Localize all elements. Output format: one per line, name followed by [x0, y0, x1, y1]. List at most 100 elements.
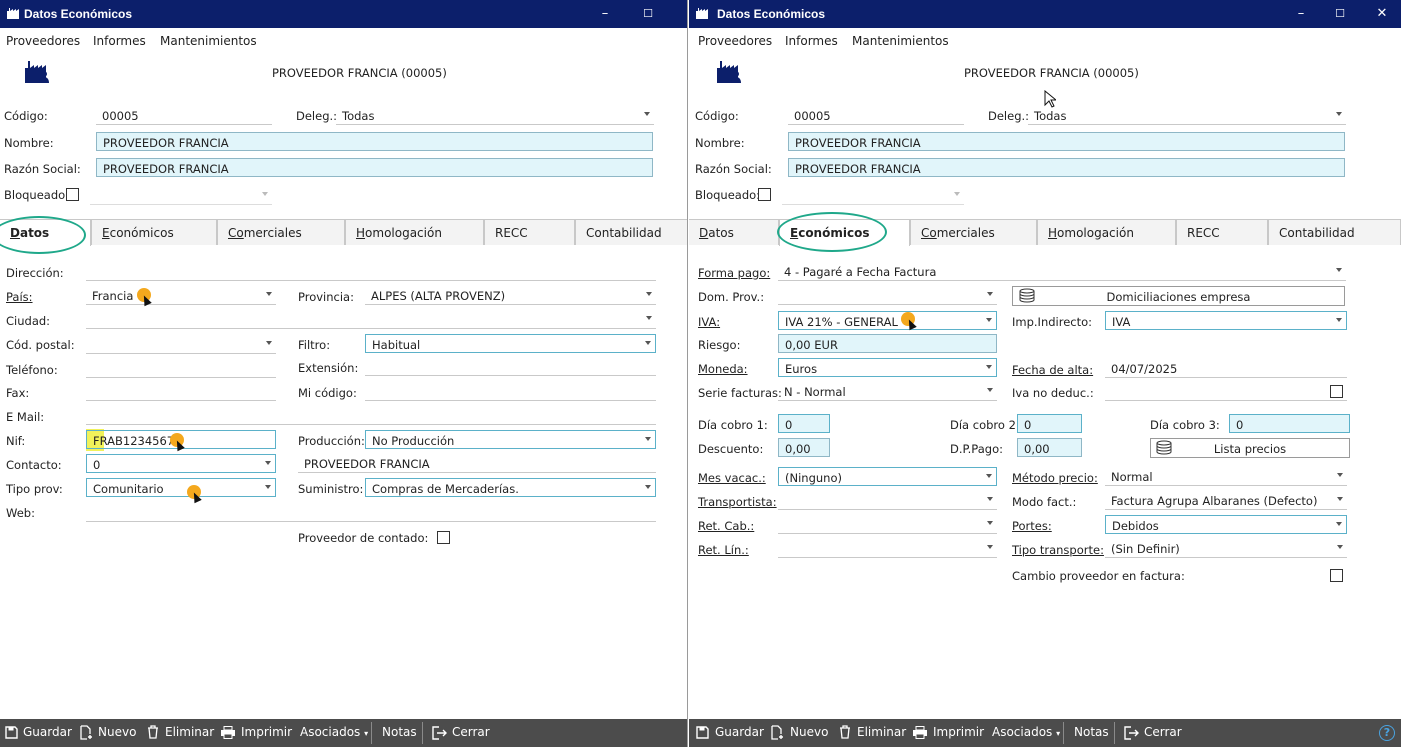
- fax-field[interactable]: [86, 382, 276, 401]
- listaprecios-button[interactable]: Lista precios: [1150, 438, 1350, 458]
- tab-homologacion[interactable]: Homologación: [1037, 219, 1176, 245]
- imprimir-button[interactable]: Imprimir: [933, 725, 984, 739]
- formapago-label[interactable]: Forma pago:: [698, 266, 770, 280]
- portes-select[interactable]: Debidos: [1105, 515, 1347, 534]
- transportista-select[interactable]: [778, 491, 997, 510]
- help-icon[interactable]: ?: [1379, 725, 1395, 741]
- tab-comerciales[interactable]: Comerciales: [910, 219, 1037, 245]
- iva-select[interactable]: IVA 21% - GENERAL: [778, 311, 997, 330]
- eliminar-button[interactable]: Eliminar: [857, 725, 906, 739]
- telefono-field[interactable]: [86, 359, 276, 378]
- transportista-label[interactable]: Transportista:: [698, 495, 777, 509]
- cambio-checkbox[interactable]: [1330, 569, 1343, 582]
- portes-label[interactable]: Portes:: [1012, 519, 1052, 533]
- filtro-select[interactable]: Habitual: [365, 334, 656, 353]
- moneda-select[interactable]: Euros: [778, 358, 997, 377]
- dia3-field[interactable]: 0: [1229, 414, 1350, 433]
- contacto-select[interactable]: 0: [86, 454, 276, 473]
- domiciliaciones-button[interactable]: Domiciliaciones empresa: [1012, 286, 1345, 306]
- formapago-select[interactable]: 4 - Pagaré a Fecha Factura: [778, 262, 1346, 281]
- suministro-select[interactable]: Compras de Mercaderías.: [365, 478, 656, 497]
- codigo-field[interactable]: 00005: [788, 106, 964, 125]
- asociados-button[interactable]: Asociados ▾: [300, 725, 368, 739]
- direccion-field[interactable]: [86, 262, 656, 281]
- micodigo-field[interactable]: [365, 382, 656, 401]
- maximize-button[interactable]: ☐: [639, 5, 657, 23]
- dppago-field[interactable]: 0,00: [1017, 438, 1082, 457]
- pais-select[interactable]: Francia: [86, 286, 276, 305]
- descuento-field[interactable]: 0,00: [778, 438, 830, 457]
- tab-contabilidad[interactable]: Contabilidad: [575, 219, 687, 245]
- nuevo-button[interactable]: Nuevo: [98, 725, 136, 739]
- menu-mantenimientos[interactable]: Mantenimientos: [160, 34, 257, 48]
- dia1-field[interactable]: 0: [778, 414, 830, 433]
- razon-field[interactable]: PROVEEDOR FRANCIA: [96, 158, 653, 177]
- bloqueado-select[interactable]: [90, 186, 272, 205]
- cerrar-button[interactable]: Cerrar: [1144, 725, 1182, 739]
- web-field[interactable]: [86, 503, 656, 522]
- domprov-select[interactable]: [778, 286, 997, 305]
- ivanodeduc-checkbox[interactable]: [1330, 385, 1343, 398]
- bloqueado-checkbox[interactable]: [758, 188, 771, 201]
- eliminar-button[interactable]: Eliminar: [165, 725, 214, 739]
- tipotransp-select[interactable]: (Sin Definir): [1105, 539, 1347, 558]
- tipotransp-label[interactable]: Tipo transporte:: [1012, 543, 1104, 557]
- menu-mantenimientos[interactable]: Mantenimientos: [852, 34, 949, 48]
- menu-proveedores[interactable]: Proveedores: [6, 34, 80, 48]
- menu-proveedores[interactable]: Proveedores: [698, 34, 772, 48]
- extension-field[interactable]: [365, 357, 656, 376]
- fechaalta-label[interactable]: Fecha de alta:: [1012, 363, 1093, 377]
- guardar-button[interactable]: Guardar: [23, 725, 72, 739]
- fechaalta-field[interactable]: 04/07/2025: [1105, 359, 1347, 378]
- razon-field[interactable]: PROVEEDOR FRANCIA: [788, 158, 1345, 177]
- maximize-button[interactable]: ☐: [1331, 5, 1349, 23]
- retcab-label[interactable]: Ret. Cab.:: [698, 519, 754, 533]
- guardar-button[interactable]: Guardar: [715, 725, 764, 739]
- dia2-field[interactable]: 0: [1017, 414, 1082, 433]
- mesvacac-label[interactable]: Mes vacac.:: [698, 471, 766, 485]
- moneda-label[interactable]: Moneda:: [698, 362, 748, 376]
- pais-label[interactable]: País:: [6, 290, 33, 304]
- tab-datos[interactable]: Datos: [689, 219, 779, 245]
- tab-recc[interactable]: RECC: [1176, 219, 1268, 245]
- modofact-select[interactable]: Factura Agrupa Albaranes (Defecto): [1105, 491, 1347, 510]
- tab-economicos[interactable]: Económicos: [91, 219, 217, 245]
- deleg-select[interactable]: Todas: [1028, 106, 1346, 125]
- contado-checkbox[interactable]: [437, 531, 450, 544]
- tipoprov-select[interactable]: Comunitario: [86, 478, 276, 497]
- mesvacac-select[interactable]: (Ninguno): [778, 467, 997, 486]
- nombre-field[interactable]: PROVEEDOR FRANCIA: [788, 132, 1345, 151]
- riesgo-field[interactable]: 0,00 EUR: [778, 334, 997, 353]
- metodoprecio-select[interactable]: Normal: [1105, 467, 1347, 486]
- tab-contabilidad[interactable]: Contabilidad: [1268, 219, 1401, 245]
- retcab-select[interactable]: [778, 515, 997, 534]
- serie-select[interactable]: N - Normal: [778, 382, 997, 401]
- produccion-select[interactable]: No Producción: [365, 430, 656, 449]
- email-field[interactable]: [86, 406, 656, 425]
- nombre-field[interactable]: PROVEEDOR FRANCIA: [96, 132, 653, 151]
- close-button[interactable]: ✕: [1373, 5, 1391, 23]
- tab-comerciales[interactable]: Comerciales: [217, 219, 345, 245]
- menu-informes[interactable]: Informes: [785, 34, 838, 48]
- provincia-select[interactable]: ALPES (ALTA PROVENZ): [365, 286, 656, 305]
- retlin-select[interactable]: [778, 539, 997, 558]
- imprimir-button[interactable]: Imprimir: [241, 725, 292, 739]
- iva-label[interactable]: IVA:: [698, 315, 720, 329]
- cerrar-button[interactable]: Cerrar: [452, 725, 490, 739]
- tab-homologacion[interactable]: Homologación: [345, 219, 484, 245]
- bloqueado-checkbox[interactable]: [66, 188, 79, 201]
- bloqueado-select[interactable]: [782, 186, 964, 205]
- notas-button[interactable]: Notas: [382, 725, 417, 739]
- minimize-button[interactable]: –: [596, 5, 614, 23]
- asociados-button[interactable]: Asociados ▾: [992, 725, 1060, 739]
- codigo-field[interactable]: 00005: [96, 106, 272, 125]
- ciudad-select[interactable]: [86, 310, 656, 329]
- metodoprecio-label[interactable]: Método precio:: [1012, 471, 1098, 485]
- cp-select[interactable]: [86, 335, 276, 354]
- deleg-select[interactable]: Todas: [336, 106, 654, 125]
- nuevo-button[interactable]: Nuevo: [790, 725, 828, 739]
- tab-recc[interactable]: RECC: [484, 219, 575, 245]
- notas-button[interactable]: Notas: [1074, 725, 1109, 739]
- impind-select[interactable]: IVA: [1105, 311, 1347, 330]
- retlin-label[interactable]: Ret. Lín.:: [698, 543, 749, 557]
